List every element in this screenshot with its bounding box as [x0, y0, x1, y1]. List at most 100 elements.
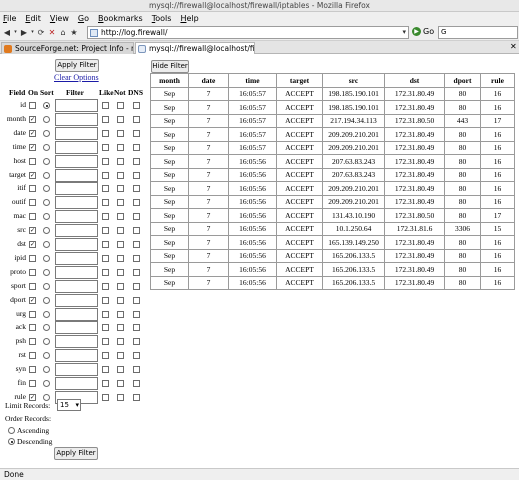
field-on-checkbox[interactable] [29, 268, 36, 276]
bookmark-icon[interactable]: ★ [69, 27, 79, 38]
field-on-checkbox[interactable] [29, 157, 36, 165]
field-on-checkbox[interactable]: ✓ [29, 296, 36, 304]
field-dns-checkbox[interactable] [133, 296, 140, 304]
menu-view[interactable]: View [50, 14, 69, 23]
field-like-checkbox[interactable] [102, 338, 109, 346]
field-sort-radio[interactable] [43, 380, 50, 387]
field-not-checkbox[interactable] [117, 324, 124, 332]
field-dns-checkbox[interactable] [133, 171, 140, 179]
field-sort-radio[interactable] [43, 338, 50, 346]
field-filter-input[interactable] [55, 210, 98, 224]
field-sort-radio[interactable] [43, 268, 50, 276]
apply-filter-button-bottom[interactable]: Apply Filter [54, 447, 98, 460]
field-filter-input[interactable] [55, 279, 98, 293]
field-like-checkbox[interactable] [102, 185, 109, 193]
field-on-checkbox[interactable]: ✓ [29, 143, 36, 151]
field-not-checkbox[interactable] [117, 352, 124, 360]
order-ascending-radio[interactable] [8, 427, 15, 434]
limit-records-select[interactable]: 15 [57, 399, 81, 411]
reload-icon[interactable]: ⟳ [36, 27, 46, 38]
field-on-checkbox[interactable] [29, 380, 36, 387]
field-sort-radio[interactable] [43, 157, 50, 165]
field-on-checkbox[interactable] [29, 185, 36, 193]
field-sort-radio[interactable] [43, 213, 50, 221]
forward-icon[interactable]: ▶ [19, 27, 29, 38]
field-filter-input[interactable] [55, 154, 98, 168]
field-dns-checkbox[interactable] [133, 380, 140, 387]
column-header-date[interactable]: date [188, 73, 229, 88]
url-dropdown-icon[interactable]: ▾ [402, 28, 406, 36]
field-sort-radio[interactable] [43, 227, 50, 235]
field-dns-checkbox[interactable] [133, 213, 140, 221]
field-on-checkbox[interactable] [29, 199, 36, 207]
field-not-checkbox[interactable] [117, 310, 124, 318]
field-sort-radio[interactable] [43, 282, 50, 290]
field-filter-input[interactable] [55, 321, 98, 335]
field-on-checkbox[interactable] [29, 338, 36, 346]
field-dns-checkbox[interactable] [133, 254, 140, 262]
field-not-checkbox[interactable] [117, 282, 124, 290]
field-dns-checkbox[interactable] [133, 241, 140, 248]
field-not-checkbox[interactable] [117, 129, 124, 137]
field-filter-input[interactable] [55, 168, 98, 182]
forward-dropdown-icon[interactable]: ▾ [30, 27, 35, 38]
field-dns-checkbox[interactable] [133, 157, 140, 165]
field-not-checkbox[interactable] [117, 143, 124, 151]
field-sort-radio[interactable] [43, 241, 50, 248]
field-filter-input[interactable] [55, 224, 98, 238]
column-header-dport[interactable]: dport [444, 73, 481, 88]
field-dns-checkbox[interactable] [133, 102, 140, 109]
field-on-checkbox[interactable] [29, 282, 36, 290]
url-bar[interactable]: http://log.firewall/ ▾ [87, 26, 409, 39]
field-like-checkbox[interactable] [102, 157, 109, 165]
column-header-src[interactable]: src [322, 73, 385, 88]
field-filter-input[interactable] [55, 251, 98, 265]
column-header-month[interactable]: month [150, 73, 189, 88]
field-sort-radio[interactable] [43, 393, 50, 401]
field-dns-checkbox[interactable] [133, 185, 140, 193]
back-icon[interactable]: ◀ [2, 27, 12, 38]
field-like-checkbox[interactable] [102, 282, 109, 290]
field-dns-checkbox[interactable] [133, 227, 140, 235]
field-sort-radio[interactable] [43, 115, 50, 123]
field-not-checkbox[interactable] [117, 102, 124, 109]
field-filter-input[interactable] [55, 307, 98, 321]
field-like-checkbox[interactable] [102, 268, 109, 276]
field-like-checkbox[interactable] [102, 213, 109, 221]
hide-filter-button[interactable]: Hide Filter [151, 60, 189, 73]
field-like-checkbox[interactable] [102, 115, 109, 123]
column-header-target[interactable]: target [276, 73, 323, 88]
field-sort-radio[interactable] [43, 254, 50, 262]
field-on-checkbox[interactable] [29, 213, 36, 221]
field-filter-input[interactable] [55, 265, 98, 279]
field-sort-radio[interactable] [43, 366, 50, 374]
field-like-checkbox[interactable] [102, 366, 109, 374]
field-like-checkbox[interactable] [102, 171, 109, 179]
field-dns-checkbox[interactable] [133, 393, 140, 401]
menu-help[interactable]: Help [180, 14, 198, 23]
field-on-checkbox[interactable]: ✓ [29, 129, 36, 137]
field-not-checkbox[interactable] [117, 254, 124, 262]
field-filter-input[interactable] [55, 335, 98, 349]
field-dns-checkbox[interactable] [133, 310, 140, 318]
field-dns-checkbox[interactable] [133, 268, 140, 276]
order-descending-radio[interactable] [8, 438, 15, 445]
field-like-checkbox[interactable] [102, 129, 109, 137]
field-dns-checkbox[interactable] [133, 282, 140, 290]
field-filter-input[interactable] [55, 99, 98, 112]
search-input[interactable]: G [438, 26, 518, 39]
menu-file[interactable]: File [3, 14, 16, 23]
field-on-checkbox[interactable] [29, 310, 36, 318]
field-like-checkbox[interactable] [102, 102, 109, 109]
column-header-time[interactable]: time [228, 73, 277, 88]
field-sort-radio[interactable] [43, 143, 50, 151]
field-dns-checkbox[interactable] [133, 143, 140, 151]
field-dns-checkbox[interactable] [133, 366, 140, 374]
field-sort-radio[interactable] [43, 296, 50, 304]
field-dns-checkbox[interactable] [133, 129, 140, 137]
field-like-checkbox[interactable] [102, 380, 109, 387]
field-filter-input[interactable] [55, 377, 98, 390]
field-sort-radio[interactable] [43, 171, 50, 179]
field-sort-radio[interactable] [43, 324, 50, 332]
field-not-checkbox[interactable] [117, 157, 124, 165]
